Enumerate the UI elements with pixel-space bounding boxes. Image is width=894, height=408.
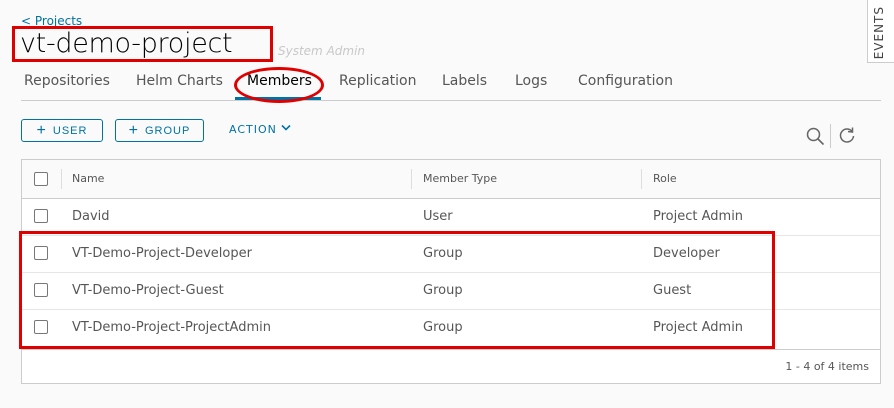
row-checkbox[interactable] [34, 320, 48, 334]
table-row[interactable]: VT-Demo-Project-Developer Group Develope… [22, 235, 880, 273]
add-group-button[interactable]: + GROUP [115, 119, 204, 142]
action-dropdown[interactable]: ACTION [229, 123, 291, 136]
column-header-member-type[interactable]: Member Type [423, 172, 497, 185]
table-header: Name Member Type Role [22, 160, 880, 199]
column-header-name[interactable]: Name [72, 172, 104, 185]
member-name: VT-Demo-Project-Guest [72, 283, 224, 298]
pagination-info: 1 - 4 of 4 items [785, 360, 869, 373]
member-role: Developer [653, 246, 720, 261]
column-separator [641, 169, 642, 189]
tab-configuration[interactable]: Configuration [578, 73, 673, 89]
member-name: VT-Demo-Project-ProjectAdmin [72, 320, 271, 335]
events-panel-tab[interactable]: EVENTS [867, 0, 894, 63]
tab-labels[interactable]: Labels [442, 73, 487, 89]
table-row[interactable]: VT-Demo-Project-ProjectAdmin Group Proje… [22, 309, 880, 346]
member-name: VT-Demo-Project-Developer [72, 246, 252, 261]
table-row[interactable]: David User Project Admin [22, 198, 880, 236]
row-checkbox[interactable] [34, 246, 48, 260]
row-checkbox[interactable] [34, 209, 48, 223]
member-role: Project Admin [653, 320, 744, 335]
member-name: David [72, 209, 110, 224]
plus-icon: + [128, 121, 139, 139]
tab-replication[interactable]: Replication [339, 73, 416, 89]
table-row[interactable]: VT-Demo-Project-Guest Group Guest [22, 272, 880, 310]
member-type: User [423, 209, 453, 224]
refresh-icon[interactable] [838, 126, 856, 144]
member-role: Guest [653, 283, 692, 298]
table-footer: 1 - 4 of 4 items [22, 349, 880, 384]
tab-repositories[interactable]: Repositories [24, 73, 110, 89]
tab-helm-charts[interactable]: Helm Charts [136, 73, 223, 89]
select-all-checkbox[interactable] [34, 172, 48, 186]
column-separator [411, 169, 412, 189]
add-group-label: GROUP [145, 124, 191, 137]
members-table: Name Member Type Role David User Project… [21, 159, 881, 384]
member-type: Group [423, 246, 463, 261]
action-label: ACTION [229, 123, 277, 136]
tab-logs[interactable]: Logs [515, 73, 547, 89]
project-tabs: Repositories Helm Charts Members Replica… [21, 64, 881, 101]
member-type: Group [423, 320, 463, 335]
user-role-label: System Admin [278, 44, 366, 58]
plus-icon: + [36, 121, 47, 139]
member-type: Group [423, 283, 463, 298]
column-header-role[interactable]: Role [653, 172, 677, 185]
add-user-button[interactable]: + USER [21, 119, 103, 142]
project-title: vt-demo-project [20, 28, 233, 59]
events-tab-label: EVENTS [872, 6, 886, 60]
column-separator [61, 169, 62, 189]
tab-members[interactable]: Members [247, 73, 312, 89]
toolbar-divider [830, 124, 831, 148]
chevron-down-icon [281, 124, 291, 131]
row-checkbox[interactable] [34, 283, 48, 297]
active-tab-indicator [235, 97, 321, 100]
search-icon[interactable] [806, 127, 825, 146]
member-role: Project Admin [653, 209, 744, 224]
add-user-label: USER [52, 124, 88, 137]
